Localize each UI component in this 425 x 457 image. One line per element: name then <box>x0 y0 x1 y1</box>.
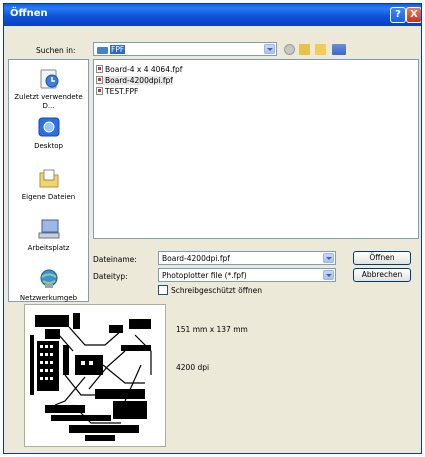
fpf-file-icon <box>96 76 103 84</box>
filetype-combo[interactable]: Photoplotter file (*.fpf) <box>158 268 336 282</box>
filename-combo[interactable]: Board-4200dpi.fpf <box>158 251 336 265</box>
my-documents-icon <box>39 169 58 188</box>
chevron-down-icon[interactable] <box>323 253 334 263</box>
help-button[interactable]: ? <box>390 7 406 23</box>
my-computer-icon <box>38 219 59 239</box>
close-button[interactable]: X <box>406 7 421 23</box>
preview-dpi: 4200 dpi <box>176 363 210 372</box>
readonly-checkbox[interactable] <box>158 285 168 295</box>
title-bar[interactable]: Öffnen ? X <box>4 4 421 26</box>
preview-size: 151 mm x 137 mm <box>176 325 248 334</box>
pcb-layout-image <box>25 305 165 446</box>
chevron-down-icon[interactable] <box>264 44 275 54</box>
readonly-label: Schreibgeschützt öffnen <box>171 286 263 295</box>
fpf-file-icon <box>96 65 103 73</box>
place-desktop[interactable]: Desktop <box>9 116 88 151</box>
list-item[interactable]: Board-4 x 4 4064.fpf <box>96 65 182 74</box>
place-my-computer[interactable]: Arbeitsplatz <box>9 218 88 253</box>
place-network[interactable]: Netzwerkumgeb <box>9 268 88 303</box>
place-my-documents[interactable]: Eigene Dateien <box>9 167 88 202</box>
recent-documents-icon <box>40 69 58 89</box>
list-item[interactable]: TEST.FPF <box>96 87 138 96</box>
pcb-preview-image <box>24 304 166 447</box>
open-button[interactable]: Öffnen <box>353 251 411 265</box>
cancel-button[interactable]: Abbrechen <box>353 268 411 282</box>
lookin-combo[interactable]: FPF <box>93 42 277 56</box>
network-icon <box>40 269 57 288</box>
filename-input[interactable]: Board-4200dpi.fpf <box>162 254 230 263</box>
file-list[interactable]: Board-4 x 4 4064.fpf Board-4200dpi.fpf T… <box>93 59 419 239</box>
new-folder-icon[interactable] <box>315 44 326 55</box>
filetype-value: Photoplotter file (*.fpf) <box>162 271 247 280</box>
open-dialog: Öffnen ? X Suchen in: FPF Zuletzt verwen… <box>3 3 422 454</box>
fpf-file-icon <box>96 87 103 95</box>
back-icon[interactable] <box>284 44 295 55</box>
filename-label: Dateiname: <box>93 255 137 264</box>
places-bar: Zuletzt verwendete D... Desktop Eigene D… <box>8 59 89 302</box>
filetype-label: Dateityp: <box>93 272 128 281</box>
view-menu-icon[interactable] <box>332 44 346 55</box>
lookin-value: FPF <box>110 45 126 54</box>
desktop-icon <box>38 117 59 137</box>
place-recent[interactable]: Zuletzt verwendete D... <box>9 67 88 111</box>
lookin-label: Suchen in: <box>36 46 76 55</box>
dialog-title: Öffnen <box>10 8 48 19</box>
up-folder-icon[interactable] <box>299 44 310 55</box>
chevron-down-icon[interactable] <box>323 270 334 280</box>
folder-icon <box>97 46 108 54</box>
list-item[interactable]: Board-4200dpi.fpf <box>96 76 173 85</box>
